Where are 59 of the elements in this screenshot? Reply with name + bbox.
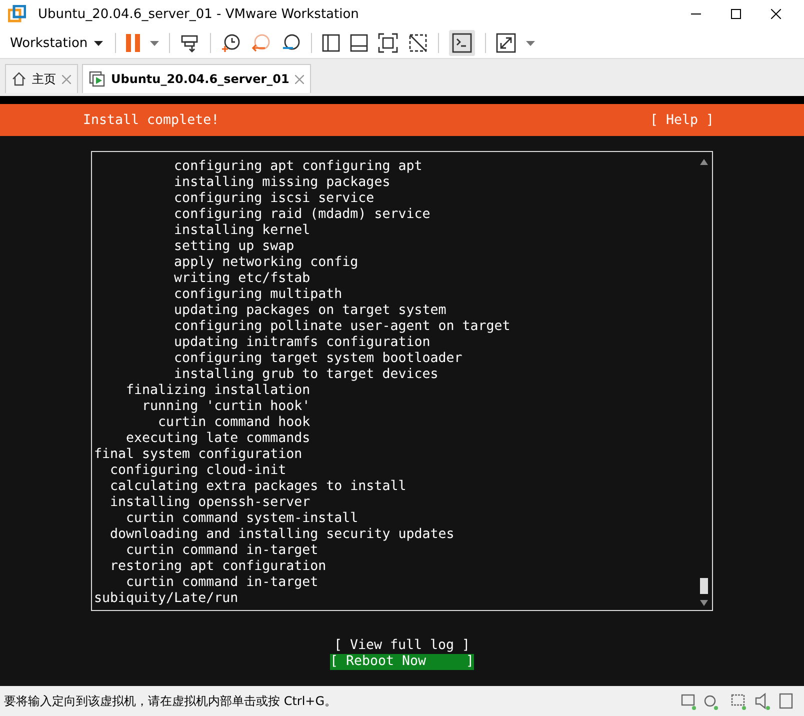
help-link[interactable]: [ Help ]	[650, 112, 714, 128]
send-keys-icon[interactable]	[180, 33, 200, 53]
sidebar-icon[interactable]	[322, 34, 340, 52]
log-line: calculating extra packages to install	[109, 479, 408, 495]
log-line: writing etc/fstab	[173, 271, 312, 287]
stretch-icon[interactable]	[496, 33, 516, 53]
window-title: Ubuntu_20.04.6_server_01 - VMware Workstation	[38, 6, 359, 22]
console-icon[interactable]	[448, 30, 475, 56]
maximize-icon[interactable]	[731, 9, 741, 19]
caret-icon	[94, 40, 103, 46]
fullscreen-icon[interactable]	[378, 33, 398, 53]
home-icon	[12, 72, 26, 86]
workstation-menu[interactable]: Workstation	[8, 36, 105, 50]
revert-icon[interactable]	[250, 33, 271, 53]
log-line: final system configuration	[94, 447, 304, 463]
thumbnail-bar-icon[interactable]	[350, 34, 368, 52]
log-line: configuring iscsi service	[173, 191, 376, 207]
caret-icon[interactable]	[150, 40, 159, 46]
scroll-up-icon[interactable]	[700, 159, 708, 165]
log-line: curtin command in-target	[125, 575, 320, 591]
log-line: executing late commands	[125, 431, 312, 447]
pause-icon[interactable]	[126, 34, 140, 52]
log-line: configuring apt configuring apt	[173, 159, 424, 175]
log-line: downloading and installing security updates	[109, 527, 456, 543]
close-icon[interactable]	[771, 9, 781, 19]
app-logo-icon	[8, 5, 26, 23]
log-line: configuring multipath	[173, 287, 344, 303]
log-line: installing openssh-server	[109, 495, 312, 511]
log-line: configuring cloud-init	[109, 463, 288, 479]
log-line: updating packages on target system	[173, 303, 448, 319]
log-line: updating initramfs configuration	[173, 335, 432, 351]
log-line: curtin command system-install	[125, 511, 360, 527]
installer-button[interactable]: [ Reboot Now ]	[330, 654, 474, 670]
log-line: restoring apt configuration	[109, 559, 328, 575]
scroll-down-icon[interactable]	[700, 600, 708, 606]
log-line: configuring pollinate user-agent on target	[173, 319, 512, 335]
status-text: 要将输入定向到该虚拟机，请在虚拟机内部单击或按 Ctrl+G。	[4, 692, 337, 710]
log-line: configuring raid (mdadm) service	[173, 207, 432, 223]
tab[interactable]: 主页	[5, 64, 78, 93]
log-line: setting up swap	[173, 239, 296, 255]
installer-button[interactable]: [ View full log ]	[334, 638, 470, 654]
snapshot-icon[interactable]	[220, 33, 241, 53]
tab[interactable]: Ubuntu_20.04.6_server_01	[82, 64, 312, 93]
log-line: curtin command hook	[157, 415, 312, 431]
log-line: configuring target system bootloader	[173, 351, 464, 367]
running-vm-icon	[89, 71, 105, 87]
unity-icon[interactable]	[408, 33, 428, 53]
log-line: installing kernel	[173, 223, 312, 239]
log-line: installing missing packages	[173, 175, 392, 191]
log-line: installing grub to target devices	[173, 367, 440, 383]
scrollbar-thumb[interactable]	[700, 578, 708, 594]
log-line: finalizing installation	[125, 383, 312, 399]
vm-screen[interactable]	[0, 96, 804, 686]
installer-title: Install complete!	[83, 112, 220, 128]
log-line: apply networking config	[173, 255, 360, 271]
log-line: subiquity/Late/run	[94, 591, 240, 607]
log-line: curtin command in-target	[125, 543, 320, 559]
log-line: running 'curtin hook'	[141, 399, 312, 415]
caret-icon[interactable]	[526, 40, 535, 46]
